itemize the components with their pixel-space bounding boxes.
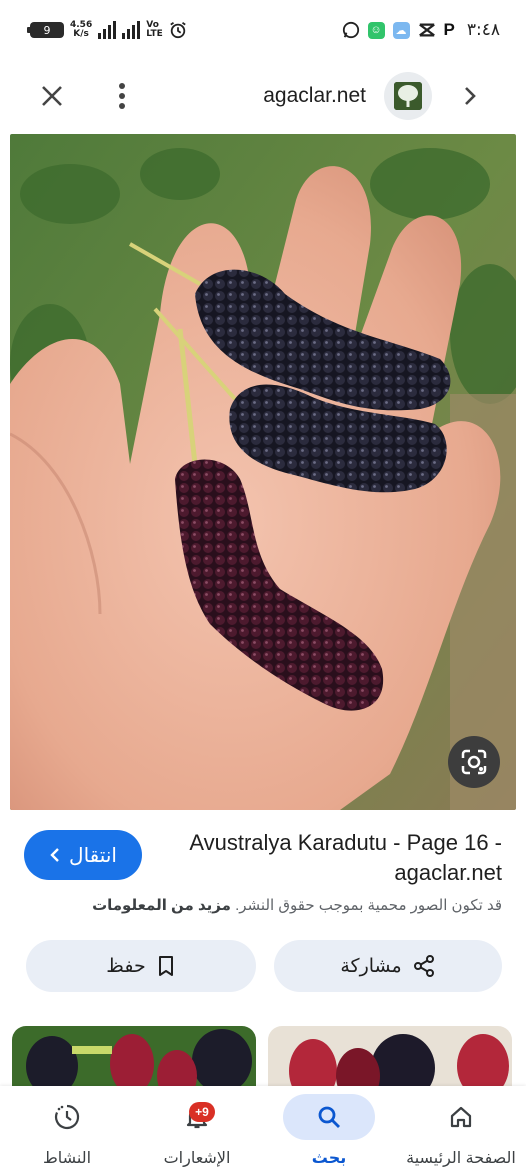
result-title[interactable]: Avustralya Karadutu - Page 16 - agaclar.…: [162, 828, 502, 888]
share-button[interactable]: مشاركة: [274, 940, 502, 992]
more-options-button[interactable]: [104, 76, 140, 116]
bookmark-icon: [158, 956, 173, 976]
activity-icon: [54, 1104, 80, 1130]
volte-line2: LTE: [146, 29, 163, 39]
save-button[interactable]: حفظ: [26, 940, 256, 992]
capcut-icon: [418, 23, 435, 37]
volte-indicator: Vo LTE: [146, 21, 163, 39]
clock: ٣:٤٨: [466, 20, 500, 40]
close-button[interactable]: [32, 76, 72, 116]
signal-2-icon: [122, 21, 141, 39]
share-label: مشاركة: [340, 955, 402, 977]
close-icon: [42, 86, 62, 106]
result-image[interactable]: [10, 134, 516, 810]
visit-label: انتقال: [69, 844, 117, 867]
network-speed: 4.56 K/s: [70, 21, 92, 39]
mulberries-in-hand-image: [10, 134, 516, 810]
status-bar: 9 4.56 K/s Vo LTE ☺ ☁ P ٣:٤٨: [0, 0, 526, 60]
bottom-navigation: الصفحة الرئيسية بحث +9 الإشعارات النشاط: [0, 1086, 526, 1175]
alarm-icon: [170, 22, 186, 39]
chevron-left-icon: [50, 848, 59, 862]
nav-home[interactable]: الصفحة الرئيسية: [396, 1086, 526, 1175]
nav-search-label: بحث: [311, 1150, 347, 1167]
next-result-button[interactable]: [452, 78, 488, 114]
battery-level: 9: [43, 23, 51, 37]
home-icon: [450, 1106, 472, 1128]
net-speed-unit: K/s: [73, 29, 89, 39]
copyright-notice: قد تكون الصور محمية بموجب حقوق النشر. مز…: [92, 896, 502, 914]
more-info-link[interactable]: مزيد من المعلومات: [92, 897, 231, 914]
nav-activity[interactable]: النشاط: [2, 1086, 132, 1175]
whatsapp-icon: [342, 21, 359, 39]
nav-home-label: الصفحة الرئيسية: [406, 1150, 516, 1167]
notification-badge: +9: [189, 1102, 215, 1122]
favicon-tree-icon: [394, 82, 422, 110]
p-app-icon: P: [443, 20, 455, 39]
chat-app-icon: ☺: [367, 21, 385, 39]
share-icon: [413, 955, 434, 977]
viewer-header: agaclar.net: [0, 64, 526, 128]
nav-activity-label: النشاط: [42, 1150, 92, 1167]
more-vert-icon: [119, 83, 125, 109]
signal-icon: [98, 21, 117, 39]
nav-search[interactable]: بحث: [264, 1086, 394, 1175]
chevron-right-icon: [465, 87, 476, 105]
lens-icon: [461, 749, 487, 775]
weather-icon: ☁: [392, 21, 410, 39]
visit-button[interactable]: انتقال: [24, 830, 142, 880]
save-label: حفظ: [106, 955, 146, 977]
copyright-text: قد تكون الصور محمية بموجب حقوق النشر.: [235, 897, 502, 914]
nav-notifications[interactable]: +9 الإشعارات: [132, 1086, 262, 1175]
search-icon: [318, 1106, 340, 1128]
site-favicon[interactable]: [384, 72, 432, 120]
nav-notifications-label: الإشعارات: [163, 1150, 231, 1167]
site-name[interactable]: agaclar.net: [263, 84, 366, 108]
battery-icon: 9: [27, 22, 64, 38]
google-lens-button[interactable]: [448, 736, 500, 788]
